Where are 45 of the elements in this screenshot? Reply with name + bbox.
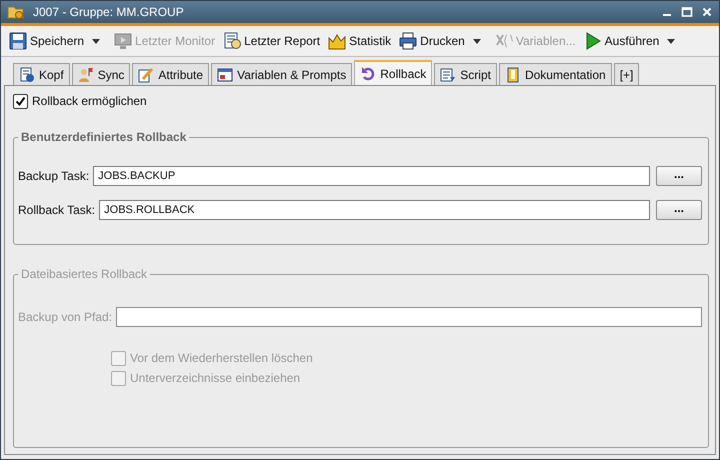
tab[interactable]: Sync (72, 63, 130, 85)
tab[interactable]: Script (434, 63, 497, 85)
field-label: Backup Task: (18, 169, 90, 183)
book-icon (504, 66, 521, 82)
figure-icon (78, 66, 94, 82)
undo-icon (360, 66, 376, 82)
tab[interactable]: Kopf (13, 63, 70, 85)
caret-icon[interactable] (92, 38, 100, 44)
tab[interactable]: Dokumentation (498, 63, 612, 85)
window-title: J007 - Gruppe: MM.GROUP (33, 5, 184, 19)
browse-button[interactable]: ... (656, 166, 702, 186)
tab[interactable]: Attribute (132, 63, 210, 85)
toolbar-button[interactable]: Letzter Report (221, 30, 322, 52)
toolbar-button[interactable]: Drucken (397, 30, 467, 52)
monitor-icon (114, 32, 132, 50)
checkbox-label: Vor dem Wiederherstellen löschen (130, 351, 313, 365)
maximize-icon[interactable] (681, 6, 693, 18)
tab[interactable]: Rollback (354, 60, 432, 85)
toolbar-button[interactable]: Statistik (326, 30, 394, 52)
script-icon (440, 66, 456, 82)
variables-icon (494, 32, 513, 50)
caret-icon[interactable] (667, 38, 676, 44)
report-icon (223, 32, 242, 50)
tab[interactable]: Variablen & Prompts (211, 63, 352, 85)
printer-icon (399, 32, 418, 50)
save-icon (9, 32, 27, 50)
close-icon[interactable] (701, 6, 713, 18)
input-field[interactable]: JOBS.BACKUP (93, 166, 650, 186)
group-title: Dateibasiertes Rollback (20, 267, 148, 281)
toolbar-button[interactable]: Speichern (7, 30, 86, 52)
toolbar-button[interactable]: Ausführen (582, 30, 662, 52)
checkbox-label: Unterverzeichnisse einbeziehen (130, 371, 300, 385)
group-title: Benutzerdefiniertes Rollback (20, 130, 188, 144)
field-label: Rollback Task: (18, 203, 96, 217)
window-icon (217, 66, 234, 82)
checkbox[interactable] (13, 94, 28, 108)
browse-button[interactable]: ... (656, 200, 702, 220)
input-field[interactable]: JOBS.ROLLBACK (99, 200, 650, 220)
play-icon (584, 32, 602, 50)
field-label: Backup von Pfad: (18, 310, 112, 324)
document-icon (19, 66, 35, 82)
checkbox-label: Rollback ermöglichen (32, 94, 147, 108)
tab[interactable]: [+] (614, 63, 640, 85)
pencil-icon (138, 66, 154, 82)
caret-icon[interactable] (472, 38, 481, 44)
